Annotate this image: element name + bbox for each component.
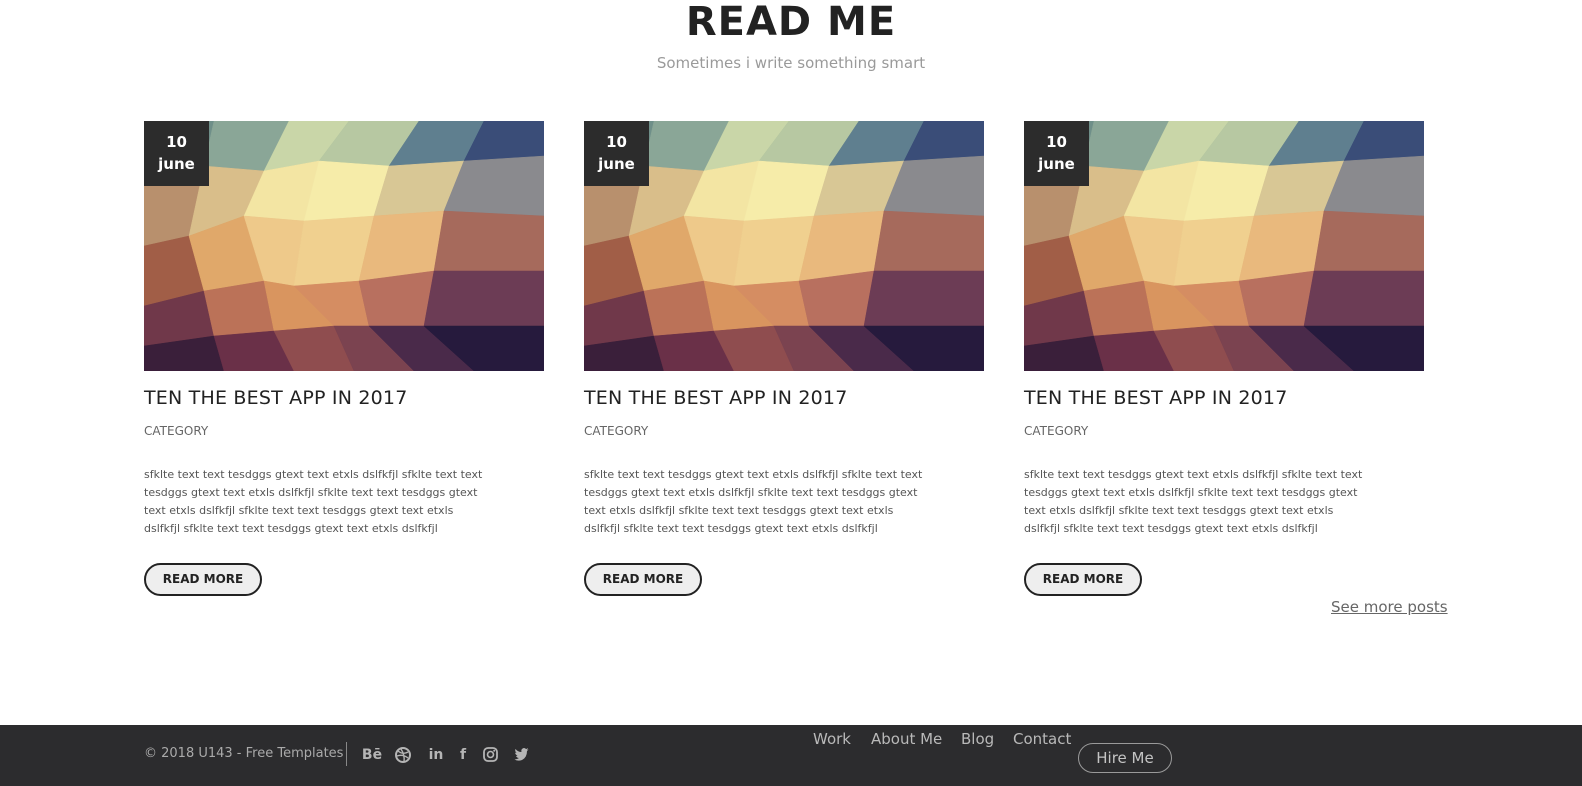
post-image[interactable]: 10 june	[1024, 121, 1424, 371]
date-badge: 10 june	[144, 121, 209, 186]
post-title[interactable]: TEN THE BEST APP IN 2017	[1024, 387, 1288, 409]
post-category: CATEGORY	[584, 424, 649, 438]
dribbble-icon[interactable]	[395, 743, 413, 767]
read-more-button[interactable]: READ MORE	[584, 563, 702, 596]
date-month: june	[598, 155, 635, 173]
post-image[interactable]: 10 june	[144, 121, 544, 371]
date-day: 10	[606, 133, 627, 151]
nav-about-me[interactable]: About Me	[871, 725, 942, 753]
post-excerpt: sfklte text text tesdggs gtext text etxl…	[584, 468, 923, 535]
footer: © 2018 U143 - Free Templates Bē in f Wor…	[0, 725, 1582, 786]
post-excerpt: sfklte text text tesdggs gtext text etxl…	[1024, 468, 1363, 535]
linkedin-icon[interactable]: in	[427, 743, 445, 767]
post-category: CATEGORY	[144, 424, 209, 438]
date-month: june	[158, 155, 195, 173]
facebook-icon[interactable]: f	[457, 743, 469, 767]
date-badge: 10 june	[1024, 121, 1089, 186]
footer-divider	[346, 742, 347, 766]
see-more-posts-link[interactable]: See more posts	[1331, 598, 1448, 616]
date-month: june	[1038, 155, 1075, 173]
nav-contact[interactable]: Contact	[1013, 725, 1071, 753]
post-excerpt: sfklte text text tesdggs gtext text etxl…	[144, 468, 483, 535]
page-title: READ ME	[685, 0, 897, 45]
post-category: CATEGORY	[1024, 424, 1089, 438]
twitter-icon[interactable]	[514, 743, 530, 767]
behance-icon[interactable]: Bē	[361, 743, 383, 767]
date-day: 10	[166, 133, 187, 151]
post-title[interactable]: TEN THE BEST APP IN 2017	[584, 387, 848, 409]
nav-blog[interactable]: Blog	[961, 725, 994, 753]
post-title[interactable]: TEN THE BEST APP IN 2017	[144, 387, 408, 409]
date-day: 10	[1046, 133, 1067, 151]
instagram-icon[interactable]	[483, 743, 499, 767]
hire-me-button[interactable]: Hire Me	[1078, 743, 1172, 773]
read-more-button[interactable]: READ MORE	[1024, 563, 1142, 596]
page-subtitle: Sometimes i write something smart	[656, 54, 926, 72]
read-more-button[interactable]: READ MORE	[144, 563, 262, 596]
nav-work[interactable]: Work	[813, 725, 851, 753]
copyright: © 2018 U143 - Free Templates	[144, 746, 344, 761]
post-image[interactable]: 10 june	[584, 121, 984, 371]
date-badge: 10 june	[584, 121, 649, 186]
